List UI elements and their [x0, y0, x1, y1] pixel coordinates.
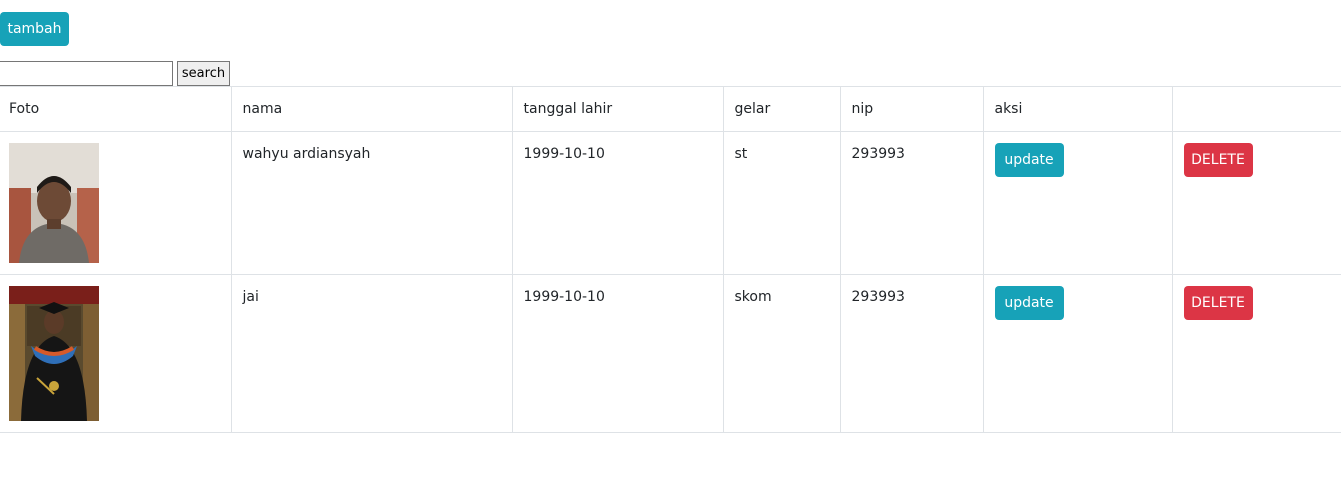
cell-gelar: st: [722, 131, 840, 275]
cell-nama: wahyu ardiansyah: [230, 131, 512, 275]
header-nama: nama: [230, 86, 512, 132]
cell-delete: DELETE: [1171, 131, 1341, 275]
header-aksi: aksi: [982, 86, 1172, 132]
table-row: wahyu ardiansyah 1999-10-10 st 293993 up…: [0, 131, 1341, 275]
nama-text: jai: [242, 289, 259, 305]
search-input[interactable]: [0, 61, 173, 86]
gelar-text: st: [734, 146, 748, 162]
delete-button[interactable]: DELETE: [1183, 286, 1253, 320]
search-button[interactable]: search: [177, 61, 230, 86]
photo-cell: [0, 274, 231, 433]
header-tanggal-lahir: tanggal lahir: [511, 86, 723, 132]
update-button[interactable]: update: [994, 143, 1064, 177]
nip-text: 293993: [851, 146, 905, 162]
cell-delete: DELETE: [1171, 274, 1341, 433]
nama-text: wahyu ardiansyah: [242, 146, 371, 162]
nip-text: 293993: [851, 289, 905, 305]
add-button[interactable]: tambah: [0, 12, 69, 46]
header-nip: nip: [839, 86, 983, 132]
header-gelar: gelar: [722, 86, 840, 132]
photo-cell: [0, 131, 231, 275]
cell-tanggal-lahir: 1999-10-10: [511, 274, 723, 433]
cell-nip: 293993: [839, 131, 983, 275]
person-photo-icon: [9, 143, 99, 263]
cell-nip: 293993: [839, 274, 983, 433]
delete-button[interactable]: DELETE: [1183, 143, 1253, 177]
cell-update: update: [982, 274, 1172, 433]
cell-tanggal-lahir: 1999-10-10: [511, 131, 723, 275]
tanggal-lahir-text: 1999-10-10: [523, 289, 605, 305]
header-foto: Foto: [0, 86, 231, 132]
update-button[interactable]: update: [994, 286, 1064, 320]
employee-table: Foto nama tanggal lahir gelar nip aksi w…: [0, 86, 1341, 433]
header-empty: [1171, 86, 1341, 132]
graduation-photo-icon: [9, 286, 99, 421]
table-row: jai 1999-10-10 skom 293993 update DELETE: [0, 274, 1341, 433]
tanggal-lahir-text: 1999-10-10: [523, 146, 605, 162]
gelar-text: skom: [734, 289, 772, 305]
table-header-row: Foto nama tanggal lahir gelar nip aksi: [0, 86, 1341, 132]
cell-update: update: [982, 131, 1172, 275]
cell-gelar: skom: [722, 274, 840, 433]
cell-nama: jai: [230, 274, 512, 433]
